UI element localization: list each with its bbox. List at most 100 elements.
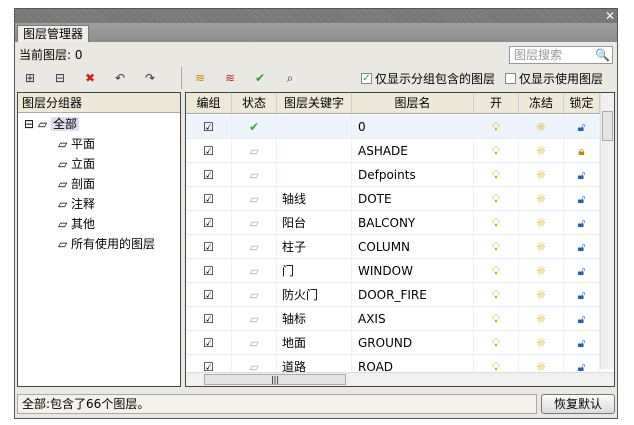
current-check-icon[interactable]: ✔: [232, 115, 277, 138]
search-icon[interactable]: 🔍: [595, 47, 610, 63]
sun-icon[interactable]: ☼: [519, 235, 564, 258]
horizontal-scrollbar[interactable]: |||: [186, 372, 614, 386]
status-icon[interactable]: ▱: [232, 211, 277, 234]
col-header[interactable]: 图层名: [352, 93, 474, 113]
lightbulb-icon[interactable]: 💡︎: [474, 283, 519, 306]
tree-item[interactable]: ▱ 所有使用的图层: [58, 235, 155, 253]
unlock-icon[interactable]: 🔓︎: [564, 259, 600, 282]
sun-icon[interactable]: ☼: [519, 259, 564, 282]
layer-name[interactable]: COLUMN: [352, 235, 474, 258]
col-header[interactable]: 开: [474, 93, 519, 113]
layer-key[interactable]: 防火门: [277, 283, 352, 306]
unlock-icon[interactable]: 🔓︎: [564, 115, 600, 138]
checkbox-unchecked-icon[interactable]: [505, 73, 516, 84]
layer-name[interactable]: Defpoints: [352, 163, 474, 186]
sun-icon[interactable]: ☼: [519, 139, 564, 162]
close-icon[interactable]: ✕: [605, 9, 615, 23]
status-icon[interactable]: ▱: [232, 331, 277, 354]
layer-key[interactable]: 门: [277, 259, 352, 282]
unlock-icon[interactable]: 🔓︎: [564, 307, 600, 330]
lightbulb-icon[interactable]: 💡︎: [474, 235, 519, 258]
sun-icon[interactable]: ☼: [519, 283, 564, 306]
layer-key[interactable]: [277, 163, 352, 186]
lightbulb-icon[interactable]: 💡︎: [474, 139, 519, 162]
table-row[interactable]: ☑ ▱ 防火门 DOOR_FIRE 💡︎ ☼ 🔓︎: [186, 283, 600, 307]
delete-group-icon[interactable]: ✖: [81, 71, 99, 85]
checkbox-icon[interactable]: ☑: [186, 331, 232, 354]
sun-icon[interactable]: ☼: [519, 163, 564, 186]
scroll-thumb[interactable]: |||: [204, 374, 346, 385]
checkbox-icon[interactable]: ☑: [186, 259, 232, 282]
filter-group-checkbox[interactable]: ✓ 仅显示分组包含的图层: [361, 70, 495, 87]
status-icon[interactable]: ▱: [232, 139, 277, 162]
table-row[interactable]: ☑ ▱ 轴标 AXIS 💡︎ ☼ 🔓︎: [186, 307, 600, 331]
layer-key[interactable]: [277, 115, 352, 138]
col-header[interactable]: 锁定: [564, 93, 600, 113]
unlock-icon[interactable]: 🔓︎: [564, 163, 600, 186]
table-row[interactable]: ☑ ▱ 阳台 BALCONY 💡︎ ☼ 🔓︎: [186, 211, 600, 235]
lightbulb-icon[interactable]: 💡︎: [474, 259, 519, 282]
layer-name[interactable]: DOTE: [352, 187, 474, 210]
checkbox-icon[interactable]: ☑: [186, 211, 232, 234]
status-icon[interactable]: ▱: [232, 235, 277, 258]
col-header[interactable]: 状态: [232, 93, 277, 113]
scroll-thumb[interactable]: [602, 111, 613, 141]
sun-icon[interactable]: ☼: [519, 115, 564, 138]
col-header[interactable]: 图层关键字: [277, 93, 352, 113]
col-header[interactable]: 编组: [186, 93, 232, 113]
lock-icon[interactable]: 🔒︎: [564, 139, 600, 162]
unlock-icon[interactable]: 🔓︎: [564, 211, 600, 234]
table-row[interactable]: ☑ ▱ 门 WINDOW 💡︎ ☼ 🔓︎: [186, 259, 600, 283]
layer-name[interactable]: GROUND: [352, 331, 474, 354]
table-row[interactable]: ☑ ▱ ASHADE 💡︎ ☼ 🔒︎: [186, 139, 600, 163]
unlock-icon[interactable]: 🔓︎: [564, 331, 600, 354]
tree-item[interactable]: ▱ 剖面: [58, 175, 95, 193]
unlock-icon[interactable]: 🔓︎: [564, 283, 600, 306]
undo-icon[interactable]: ↶: [111, 71, 129, 85]
sun-icon[interactable]: ☼: [519, 307, 564, 330]
checkbox-icon[interactable]: ☑: [186, 187, 232, 210]
unlock-icon[interactable]: 🔓︎: [564, 235, 600, 258]
checkbox-icon[interactable]: ☑: [186, 139, 232, 162]
new-layer-icon[interactable]: ≋: [191, 71, 209, 85]
checkbox-checked-icon[interactable]: ✓: [361, 73, 372, 84]
status-icon[interactable]: ▱: [232, 259, 277, 282]
lightbulb-icon[interactable]: 💡︎: [474, 163, 519, 186]
layer-search-input[interactable]: 图层搜索 🔍: [509, 46, 613, 64]
tab-layer-manager[interactable]: 图层管理器: [17, 25, 90, 42]
layer-name[interactable]: 0: [352, 115, 474, 138]
table-row[interactable]: ☑ ✔ 0 💡︎ ☼ 🔓︎: [186, 115, 600, 139]
sun-icon[interactable]: ☼: [519, 211, 564, 234]
status-icon[interactable]: ▱: [232, 283, 277, 306]
delete-layer-icon[interactable]: ≋: [221, 71, 239, 85]
checkbox-icon[interactable]: ☑: [186, 283, 232, 306]
restore-default-button[interactable]: 恢复默认: [541, 394, 615, 414]
tree-item[interactable]: ▱ 其他: [58, 215, 95, 233]
sun-icon[interactable]: ☼: [519, 331, 564, 354]
unlock-icon[interactable]: 🔓︎: [564, 187, 600, 210]
lightbulb-icon[interactable]: 💡︎: [474, 331, 519, 354]
checkbox-icon[interactable]: ☑: [186, 307, 232, 330]
status-icon[interactable]: ▱: [232, 307, 277, 330]
vertical-scrollbar[interactable]: [600, 93, 614, 369]
layer-name[interactable]: ASHADE: [352, 139, 474, 162]
filter-used-checkbox[interactable]: 仅显示使用图层: [505, 70, 603, 87]
set-current-layer-icon[interactable]: ✔: [251, 71, 269, 85]
lightbulb-icon[interactable]: 💡︎: [474, 115, 519, 138]
table-row[interactable]: ☑ ▱ 轴线 DOTE 💡︎ ☼ 🔓︎: [186, 187, 600, 211]
layer-key[interactable]: 轴标: [277, 307, 352, 330]
table-row[interactable]: ☑ ▱ Defpoints 💡︎ ☼ 🔓︎: [186, 163, 600, 187]
new-group-icon[interactable]: ⊞: [21, 71, 39, 85]
col-header[interactable]: 冻结: [519, 93, 564, 113]
layer-key[interactable]: 轴线: [277, 187, 352, 210]
table-row[interactable]: ☑ ▱ 柱子 COLUMN 💡︎ ☼ 🔓︎: [186, 235, 600, 259]
tree-item[interactable]: ▱ 注释: [58, 195, 95, 213]
layer-name[interactable]: DOOR_FIRE: [352, 283, 474, 306]
checkbox-icon[interactable]: ☑: [186, 163, 232, 186]
lightbulb-icon[interactable]: 💡︎: [474, 211, 519, 234]
lightbulb-icon[interactable]: 💡︎: [474, 307, 519, 330]
status-icon[interactable]: ▱: [232, 163, 277, 186]
checkbox-icon[interactable]: ☑: [186, 115, 232, 138]
find-layer-icon[interactable]: ⌕: [281, 71, 299, 86]
layer-key[interactable]: [277, 139, 352, 162]
